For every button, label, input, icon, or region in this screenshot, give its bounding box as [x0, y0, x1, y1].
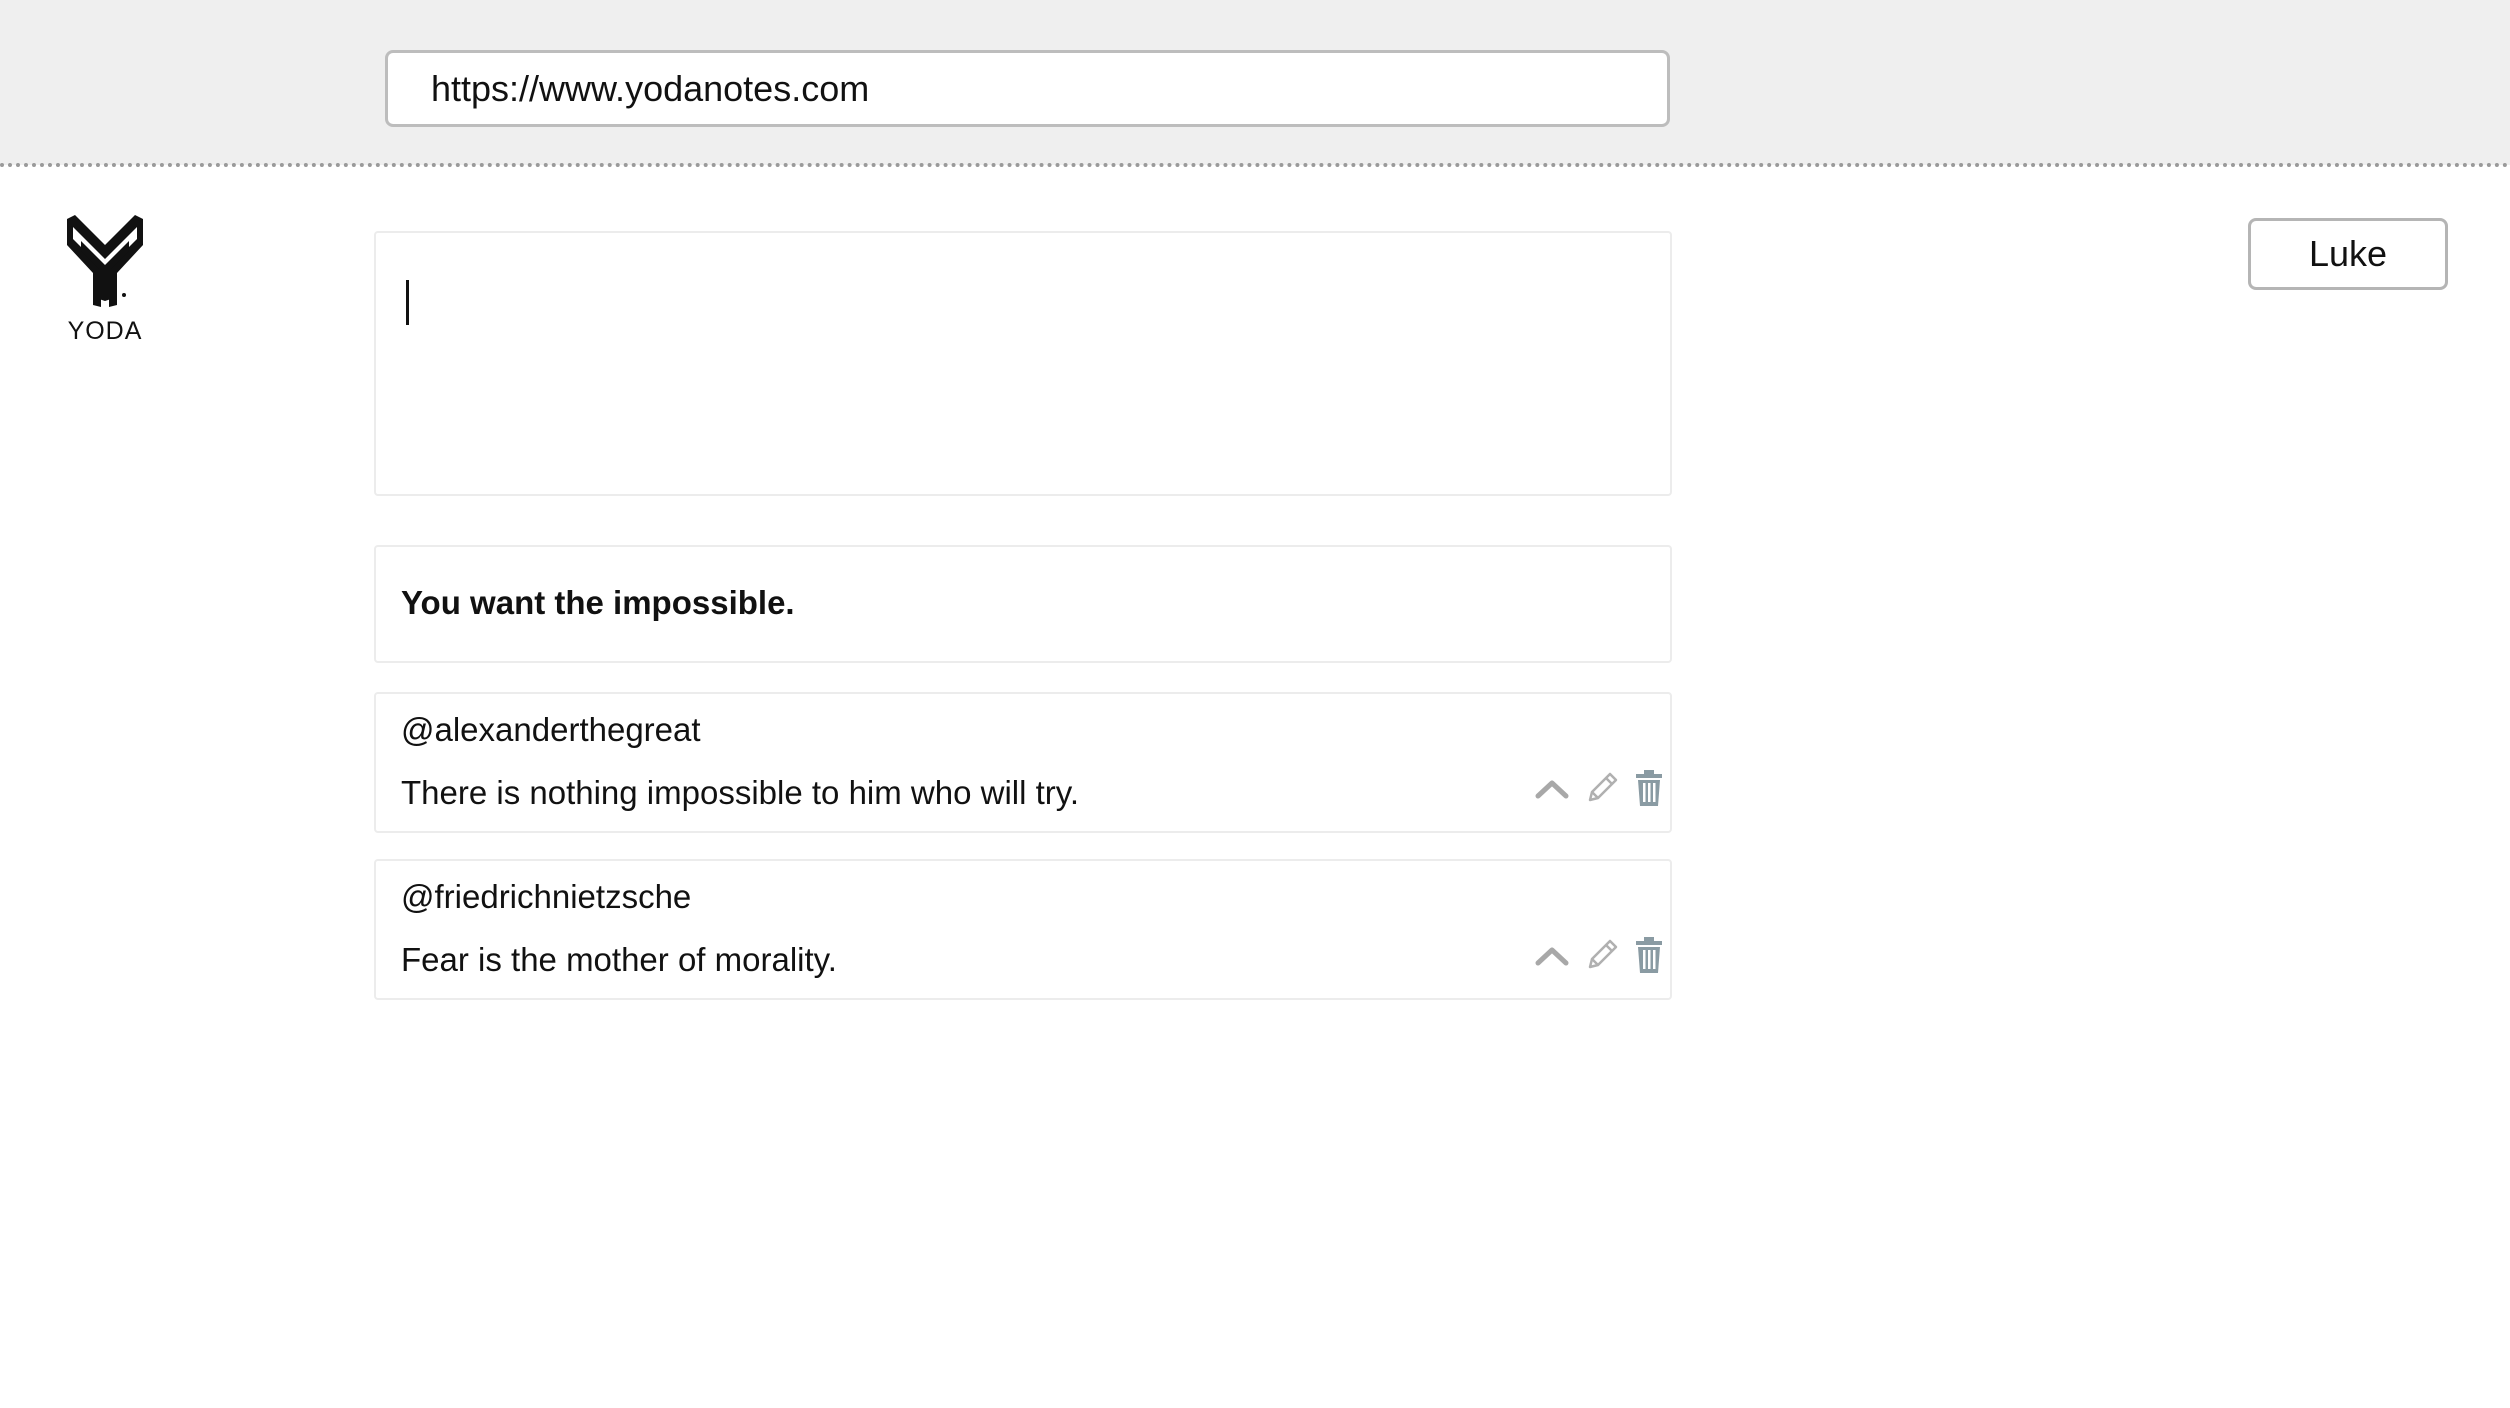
trash-icon	[1636, 770, 1662, 806]
browser-toolbar: https://www.yodanotes.com	[0, 0, 2510, 165]
pencil-icon	[1588, 939, 1618, 969]
user-name: Luke	[2308, 233, 2388, 274]
address-bar-url: https://www.yodanotes.com	[431, 67, 870, 109]
upvote-button[interactable]	[1534, 943, 1570, 967]
pencil-icon	[1588, 772, 1618, 802]
logo-text: YODA	[67, 317, 143, 345]
reply-text: There is nothing impossible to him who w…	[401, 774, 1079, 811]
reply-text: Fear is the mother of morality.	[401, 941, 837, 978]
trash-icon	[1636, 937, 1662, 973]
delete-button[interactable]	[1634, 770, 1664, 806]
logo[interactable]: YODA	[55, 215, 155, 346]
reply-card: @friedrichnietzsche Fear is the mother o…	[374, 859, 1672, 1000]
reply-card: @alexanderthegreat There is nothing impo…	[374, 692, 1672, 833]
yoda-logo-icon	[67, 215, 143, 307]
reply-actions	[1534, 937, 1664, 973]
edit-button[interactable]	[1584, 937, 1620, 973]
reply-actions	[1534, 770, 1664, 806]
text-caret	[406, 280, 409, 325]
prompt-card: You want the impossible.	[374, 545, 1672, 663]
reply-author[interactable]: @alexanderthegreat	[401, 711, 701, 749]
chevron-up-icon	[1535, 947, 1569, 966]
address-bar[interactable]: https://www.yodanotes.com	[385, 50, 1670, 127]
prompt-text: You want the impossible.	[401, 584, 795, 621]
upvote-button[interactable]	[1534, 776, 1570, 800]
chevron-up-icon	[1535, 780, 1569, 799]
reply-author[interactable]: @friedrichnietzsche	[401, 878, 691, 916]
browser-divider	[0, 163, 2510, 167]
user-account-button[interactable]: Luke	[2248, 218, 2448, 290]
delete-button[interactable]	[1634, 937, 1664, 973]
note-editor[interactable]	[374, 231, 1672, 496]
edit-button[interactable]	[1584, 770, 1620, 806]
